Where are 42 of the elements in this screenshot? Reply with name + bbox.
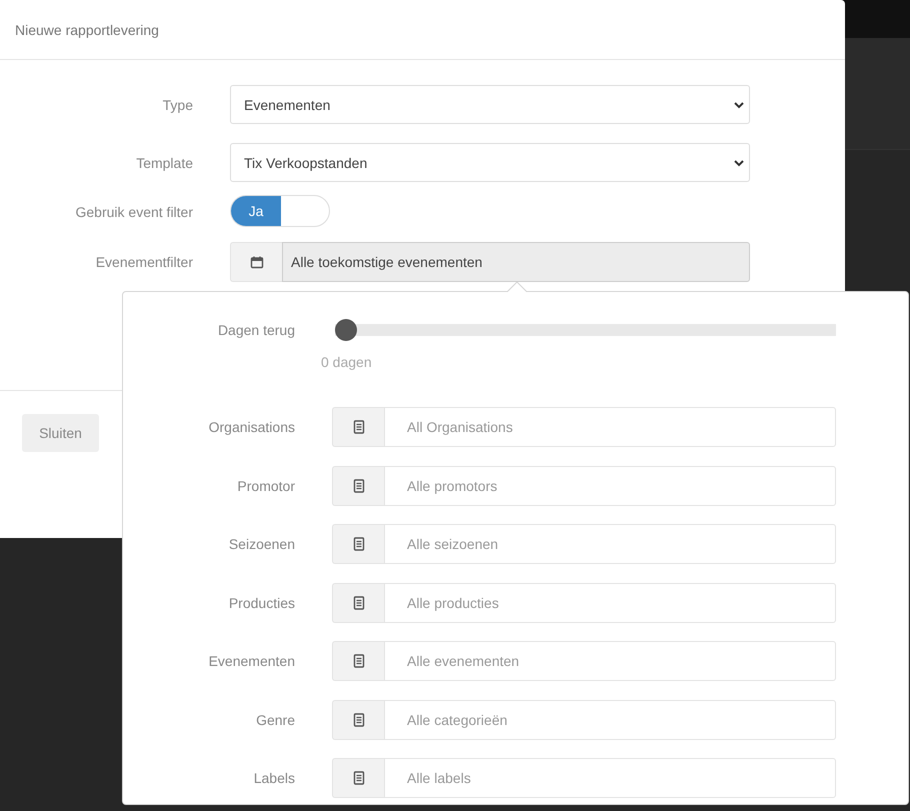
document-icon <box>352 478 366 492</box>
input-field[interactable]: Alle categorieën <box>384 700 836 740</box>
calendar-icon <box>250 255 264 269</box>
document-icon <box>352 771 366 785</box>
calendar-button[interactable] <box>230 242 282 282</box>
field-label: Dagen terug <box>216 322 295 338</box>
field-label: Seizoenen <box>228 536 295 552</box>
document-icon <box>352 596 366 610</box>
field-label: Labels <box>252 770 295 786</box>
field-label: Evenementfilter <box>94 254 193 270</box>
dropdown[interactable]: Evenementen <box>230 85 750 124</box>
input-field[interactable]: Alle labels <box>384 758 836 798</box>
dialog-title: Nieuwe rapportlevering <box>15 22 159 38</box>
field-label: Gebruik event filter <box>74 204 193 220</box>
list-button[interactable] <box>332 700 384 740</box>
list-button[interactable] <box>332 524 384 564</box>
field-label: Promotor <box>236 478 295 494</box>
document-icon <box>352 654 366 668</box>
list-button[interactable] <box>332 582 384 622</box>
list-button[interactable] <box>332 641 384 681</box>
input-field[interactable]: Alle producties <box>384 582 836 622</box>
slider-reading: 0 dagen <box>321 354 373 370</box>
list-button[interactable] <box>332 407 384 447</box>
input-field[interactable]: Alle seizoenen <box>384 524 836 564</box>
field-label: Producties <box>228 594 295 610</box>
input-field[interactable]: All Organisations <box>384 407 836 447</box>
document-icon <box>352 537 366 551</box>
field-label: Type <box>162 96 193 112</box>
slider-thumb[interactable] <box>335 319 357 341</box>
document-icon <box>352 420 366 434</box>
list-button[interactable] <box>332 466 384 506</box>
list-button[interactable] <box>332 758 384 798</box>
field-label: Genre <box>255 712 295 728</box>
dropdown[interactable]: Tix Verkoopstanden <box>230 143 750 182</box>
field-label: Evenementen <box>208 653 295 669</box>
document-icon <box>352 712 366 726</box>
input-field[interactable]: Alle evenementen <box>384 641 836 681</box>
field-label: Template <box>135 154 193 170</box>
input-field[interactable]: Alle promotors <box>384 466 836 506</box>
toggle-switch[interactable]: Ja <box>230 195 330 227</box>
field-label: Organisations <box>208 419 295 435</box>
filter-field[interactable]: Alle toekomstige evenementen <box>282 242 750 282</box>
